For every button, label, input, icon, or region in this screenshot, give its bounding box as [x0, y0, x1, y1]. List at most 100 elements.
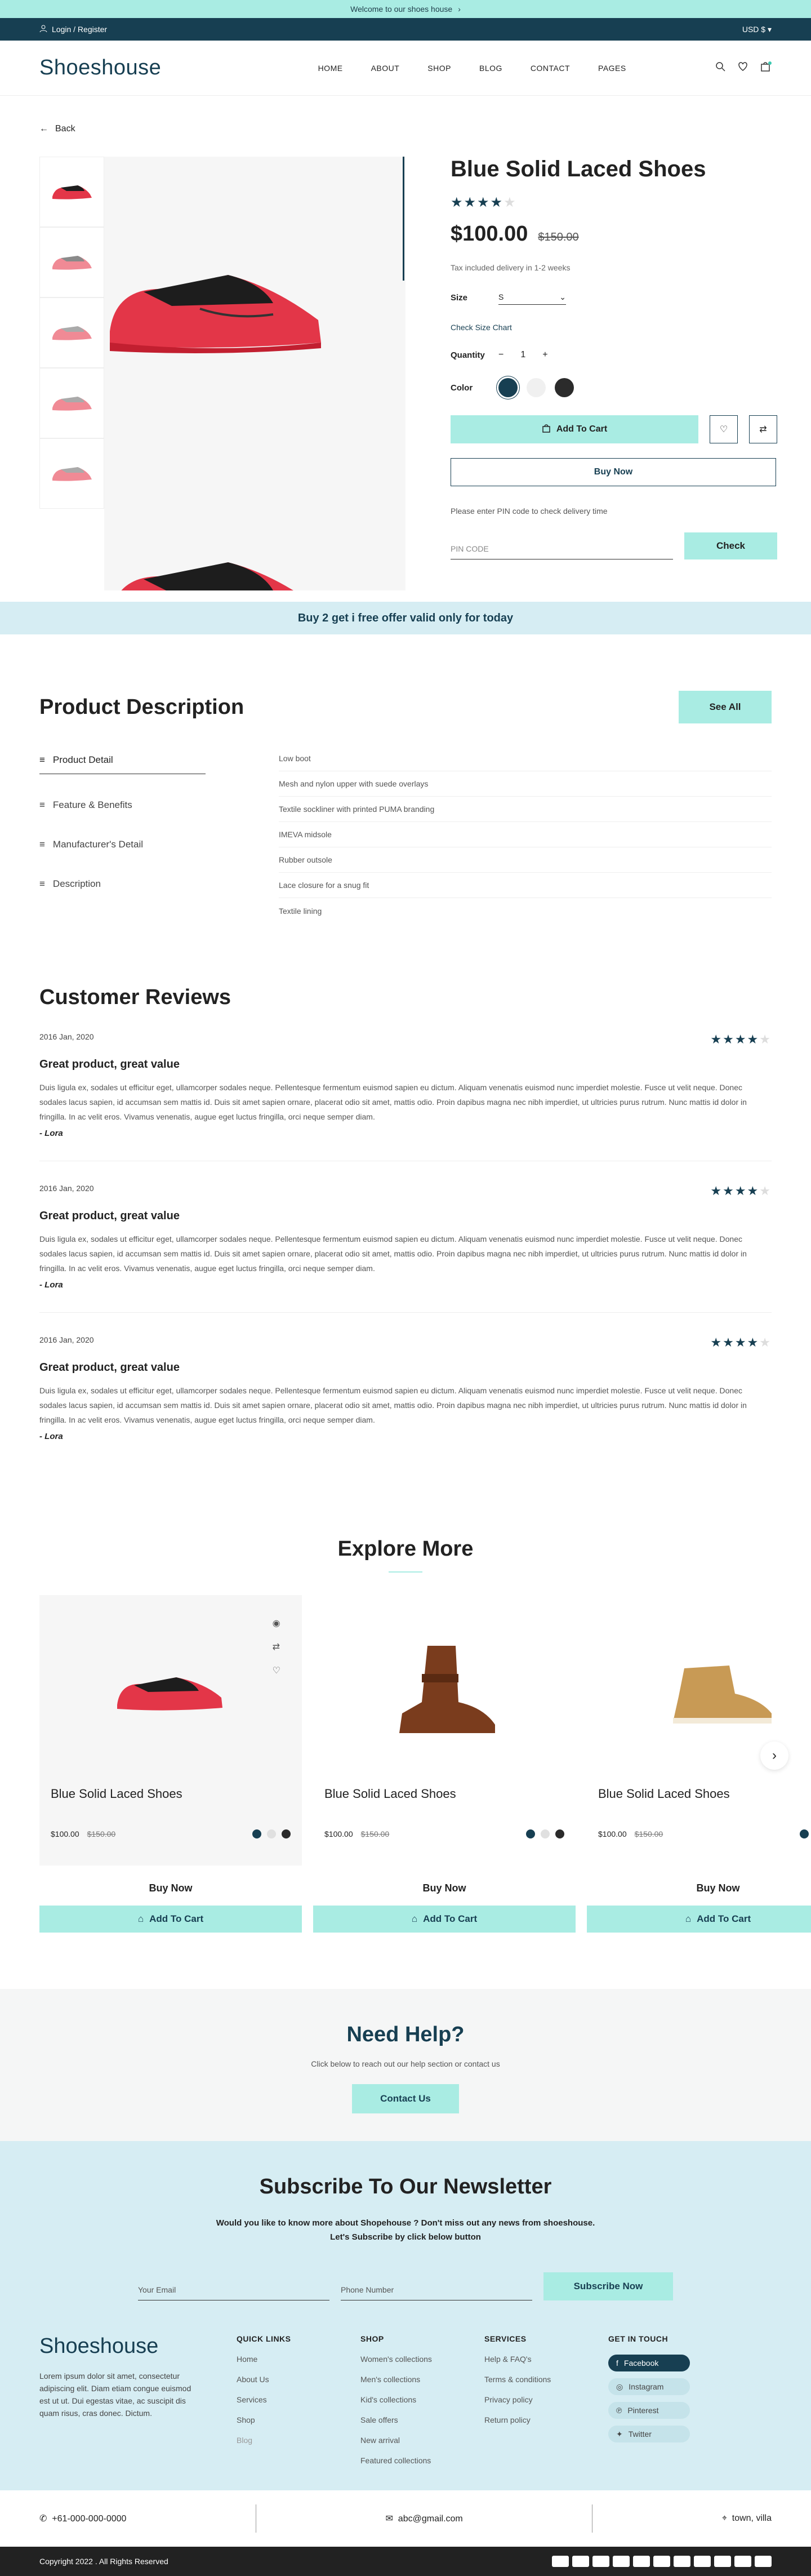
color-swatch[interactable]	[282, 1829, 291, 1838]
phone-contact[interactable]: ✆ +61-000-000-0000	[39, 2513, 126, 2524]
color-swatch[interactable]	[252, 1829, 261, 1838]
carousel-next-button[interactable]: ›	[760, 1742, 788, 1770]
compare-icon[interactable]: ⇄	[273, 1641, 280, 1653]
top-bar: Login / Register USD $ ▾	[0, 18, 811, 41]
quick-links: QUICK LINKS Home About Us Services Shop …	[237, 2334, 360, 2465]
color-swatch-black[interactable]	[555, 378, 574, 397]
tab-manufacturer-detail[interactable]: ≡ Manufacturer's Detail	[39, 825, 279, 864]
tab-label: Manufacturer's Detail	[52, 839, 144, 850]
thumbnail-5[interactable]	[39, 438, 104, 509]
tab-product-detail[interactable]: ≡ Product Detail	[39, 746, 206, 774]
email-contact[interactable]: ✉ abc@gmail.com	[386, 2513, 463, 2524]
color-swatch[interactable]	[541, 1829, 550, 1838]
nav-home[interactable]: HOME	[318, 64, 343, 73]
card-add-to-cart-button[interactable]: ⌂ Add To Cart	[313, 1906, 576, 1933]
back-link[interactable]: ← Back	[0, 96, 811, 134]
cart-icon[interactable]	[760, 61, 772, 74]
footer-link[interactable]: Return policy	[484, 2415, 608, 2424]
gallery-scrollbar[interactable]	[403, 157, 404, 281]
color-swatch[interactable]	[267, 1829, 276, 1838]
color-swatch-white[interactable]	[527, 378, 546, 397]
search-icon[interactable]	[715, 61, 725, 74]
footer-link[interactable]: Privacy policy	[484, 2395, 608, 2404]
footer-link[interactable]: Featured collections	[360, 2456, 484, 2465]
price-current: $100.00	[451, 222, 528, 246]
review-author: - Lora	[39, 1432, 63, 1441]
nav-about[interactable]: ABOUT	[371, 64, 400, 73]
footer-link[interactable]: Terms & conditions	[484, 2375, 608, 2384]
subscribe-button[interactable]: Subscribe Now	[543, 2272, 673, 2300]
arrow-left-icon: ←	[39, 124, 48, 134]
address-contact[interactable]: ⌖ town, villa	[722, 2513, 772, 2524]
footer-link[interactable]: Women's collections	[360, 2355, 484, 2364]
tab-description[interactable]: ≡ Description	[39, 864, 279, 904]
address-text: town, villa	[732, 2513, 772, 2523]
color-swatch[interactable]	[555, 1829, 564, 1838]
footer-link[interactable]: Home	[237, 2355, 360, 2364]
footer-logo[interactable]: Shoeshouse	[39, 2334, 237, 2359]
check-button[interactable]: Check	[684, 532, 777, 559]
newsletter-line1: Would you like to know more about Shopeh…	[216, 2218, 595, 2228]
heart-icon[interactable]: ♡	[273, 1665, 280, 1676]
heart-icon[interactable]	[738, 61, 748, 74]
nav-shop[interactable]: SHOP	[427, 64, 451, 73]
logo[interactable]: Shoeshouse	[39, 56, 161, 80]
quantity-value[interactable]: 1	[520, 350, 525, 360]
color-swatch[interactable]	[526, 1829, 535, 1838]
thumbnail-2[interactable]	[39, 227, 104, 297]
card-add-to-cart-button[interactable]: ⌂ Add To Cart	[39, 1906, 302, 1933]
tab-feature-benefits[interactable]: ≡ Feature & Benefits	[39, 785, 279, 825]
pinterest-link[interactable]: ℗ Pinterest	[608, 2402, 690, 2419]
card-title: Blue Solid Laced Shoes	[598, 1787, 730, 1801]
size-select[interactable]: S ⌄	[498, 290, 566, 305]
card-buy-now[interactable]: Buy Now	[313, 1882, 576, 1894]
see-all-button[interactable]: See All	[679, 691, 772, 723]
quantity-stepper: − 1 +	[498, 350, 548, 360]
login-link[interactable]: Login / Register	[39, 25, 107, 34]
footer-link[interactable]: Sale offers	[360, 2415, 484, 2424]
size-chart-link[interactable]: Check Size Chart	[451, 323, 777, 332]
footer-link[interactable]: About Us	[237, 2375, 360, 2384]
pin-code-input[interactable]: PIN CODE	[451, 539, 673, 559]
header-icons	[715, 61, 772, 74]
list-item: Rubber outsole	[279, 847, 772, 873]
footer-link[interactable]: New arrival	[360, 2436, 484, 2445]
footer-link[interactable]: Blog	[237, 2436, 360, 2445]
nav-pages[interactable]: PAGES	[598, 64, 626, 73]
eye-icon[interactable]: ◉	[273, 1618, 280, 1629]
bag-icon: ⌂	[137, 1913, 144, 1924]
thumbnail-1[interactable]	[39, 157, 104, 227]
product-price: $100.00 $150.00	[451, 222, 777, 246]
thumbnail-3[interactable]	[39, 297, 104, 368]
add-to-cart-button[interactable]: Add To Cart	[451, 415, 698, 443]
contact-us-button[interactable]: Contact Us	[352, 2084, 459, 2113]
card-add-to-cart-button[interactable]: ⌂ Add To Cart	[587, 1906, 811, 1933]
chevron-right-icon[interactable]: ›	[458, 5, 461, 14]
instagram-link[interactable]: ◎ Instagram	[608, 2378, 690, 2395]
plus-icon[interactable]: +	[542, 350, 547, 360]
card-buy-now[interactable]: Buy Now	[587, 1882, 811, 1894]
product-card[interactable]: ◉ ⇄ ♡ Blue Solid Laced Shoes $100.00 $150…	[39, 1595, 302, 1933]
email-field[interactable]: Your Email	[138, 2280, 329, 2300]
card-buy-now[interactable]: Buy Now	[39, 1882, 302, 1894]
minus-icon[interactable]: −	[498, 350, 503, 360]
color-swatch-navy[interactable]	[498, 378, 518, 397]
color-swatch[interactable]	[800, 1829, 809, 1838]
copyright-bar: Copyright 2022 . All Rights Reserved	[0, 2547, 811, 2576]
thumbnail-4[interactable]	[39, 368, 104, 438]
facebook-link[interactable]: f Facebook	[608, 2355, 690, 2371]
currency-select[interactable]: USD $ ▾	[742, 25, 772, 34]
nav-contact[interactable]: CONTACT	[531, 64, 570, 73]
twitter-link[interactable]: ✦ Twitter	[608, 2426, 690, 2442]
nav-blog[interactable]: BLOG	[479, 64, 502, 73]
wishlist-button[interactable]: ♡	[710, 415, 738, 443]
phone-field[interactable]: Phone Number	[341, 2280, 532, 2300]
footer-link[interactable]: Help & FAQ's	[484, 2355, 608, 2364]
footer-link[interactable]: Kid's collections	[360, 2395, 484, 2404]
compare-button[interactable]: ⇄	[749, 415, 777, 443]
product-card[interactable]: Blue Solid Laced Shoes $100.00 $150.00 Bu…	[313, 1595, 576, 1933]
footer-link[interactable]: Shop	[237, 2415, 360, 2424]
footer-link[interactable]: Men's collections	[360, 2375, 484, 2384]
buy-now-button[interactable]: Buy Now	[451, 458, 776, 486]
footer-link[interactable]: Services	[237, 2395, 360, 2404]
